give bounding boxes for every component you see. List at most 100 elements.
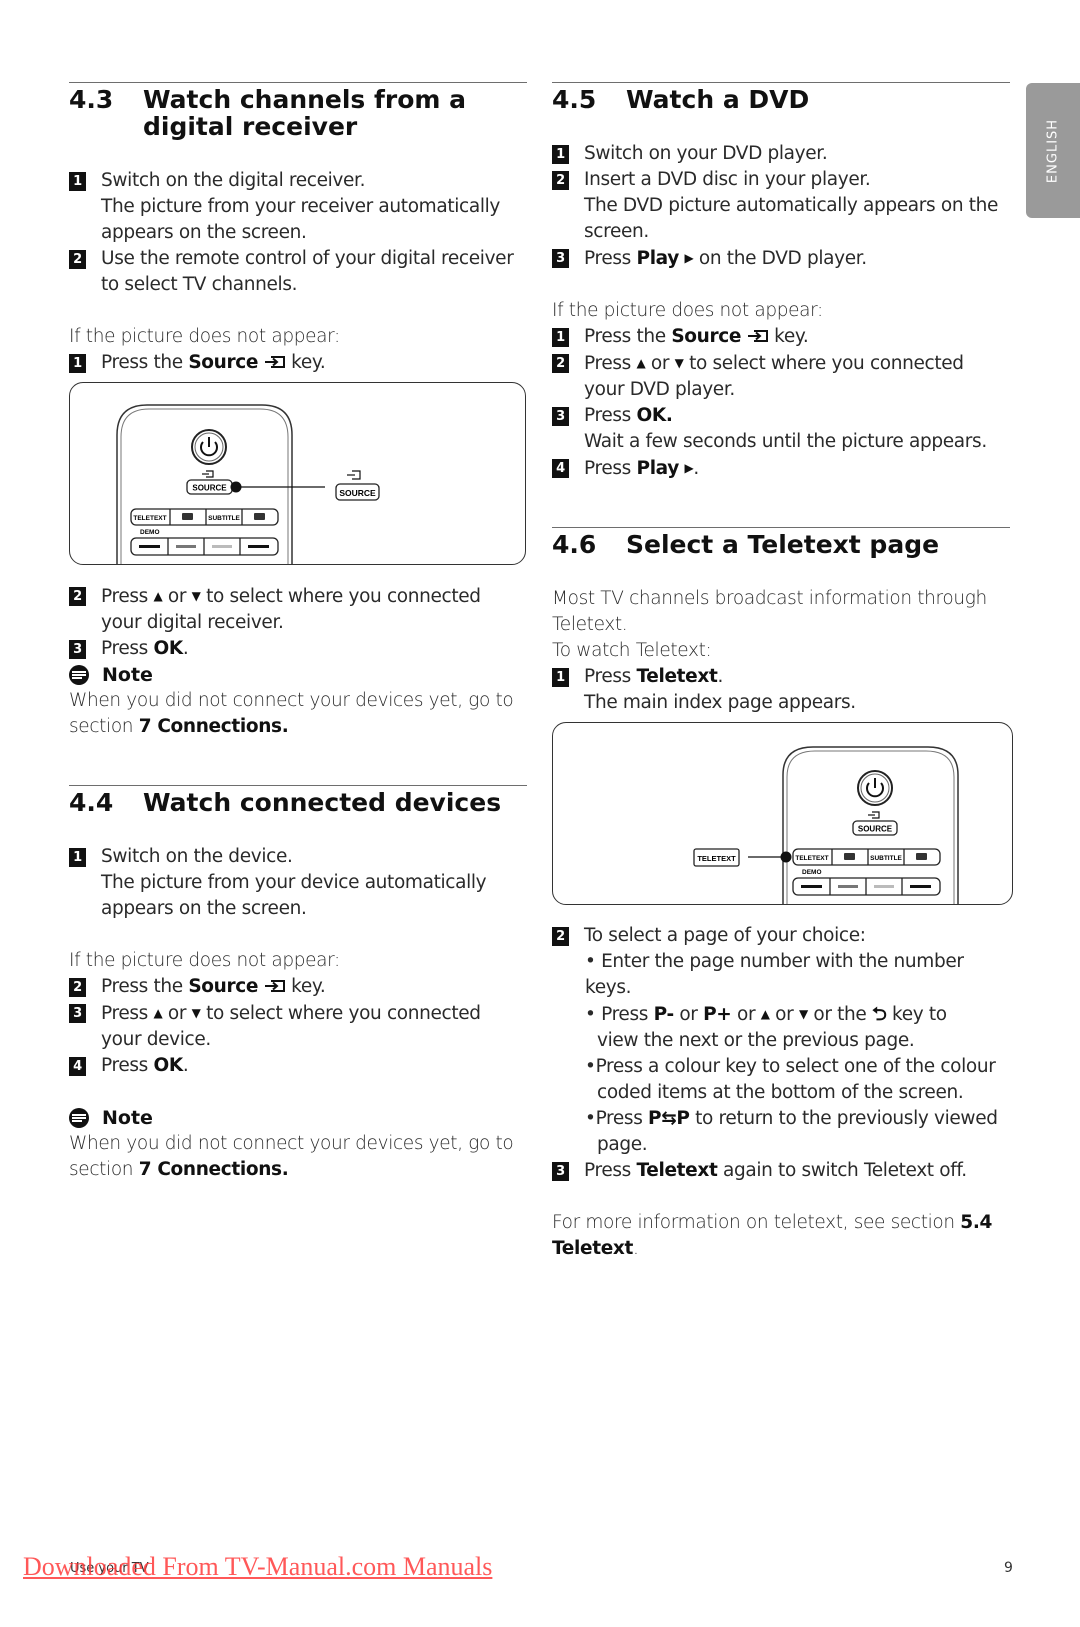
bullet-item: •Press a colour key to select one of the…	[585, 1056, 996, 1103]
step-detail: The picture from your receiver automatic…	[101, 196, 501, 217]
section-title-line2: digital receiver	[143, 112, 358, 141]
teletext-section-link[interactable]: Teletext	[552, 1238, 633, 1259]
teletext-key-label: Teletext	[636, 1160, 718, 1181]
section-4-5: 4.5 Watch a DVD 1 Switch on your DVD pla…	[552, 82, 1010, 482]
step-item: 4 Press OK.	[69, 1053, 527, 1079]
step-number-badge: 1	[552, 145, 569, 164]
section-title: Watch connected devices	[143, 788, 502, 817]
step-item: 2 Press the Source key.	[69, 974, 527, 1000]
source-key-label: Source	[671, 326, 742, 347]
step-item: 2 Press ▲ or ▼ to select where you conne…	[69, 583, 527, 636]
bullet-icon: •	[585, 1056, 596, 1077]
step-number-badge: 2	[69, 587, 86, 606]
connections-link[interactable]: 7 Connections.	[139, 1159, 289, 1180]
step-number-badge: 2	[552, 354, 569, 373]
step-item: 1 Press Teletext. The main index page ap…	[552, 664, 1010, 716]
step-item: 3 Press Play ▶ on the DVD player.	[552, 245, 1010, 272]
section-number: 4.6	[552, 530, 597, 559]
step-item: 1 Switch on the digital receiver. The pi…	[69, 168, 527, 246]
remote-source-figure: SOURCE SOURCE TELETEXT SUBTITLE DEMO	[69, 382, 526, 565]
bullet-item: • Enter the page number with the number …	[585, 951, 964, 998]
step-number-badge: 1	[69, 172, 86, 191]
remote-teletext-figure: SOURCE TELETEXT TELETEXT SUBTITLE DEMO	[552, 722, 1013, 905]
left-column: 4.3 Watch channels from a digital receiv…	[69, 82, 527, 1183]
step-detail: appears on the screen.	[101, 222, 307, 243]
remote-teletext-button: TELETEXT	[795, 855, 828, 862]
step-text: Use the remote control of your digital r…	[101, 248, 514, 269]
note-text: When you did not connect your devices ye…	[69, 1133, 514, 1180]
step-number-badge: 4	[69, 1057, 86, 1076]
step-number-badge: 3	[552, 407, 569, 426]
step-item: 4 Press Play ▶.	[552, 455, 1010, 482]
if-not-text: If the picture does not appear:	[69, 326, 340, 347]
remote-demo-label: DEMO	[802, 869, 822, 876]
section-4-3: 4.3 Watch channels from a digital receiv…	[69, 82, 527, 740]
down-arrow-icon: ▼	[191, 1006, 201, 1020]
remote-illustration: SOURCE SOURCE TELETEXT SUBTITLE DEMO	[116, 404, 380, 564]
source-callout-icon	[347, 470, 361, 480]
note-text: When you did not connect your devices ye…	[69, 690, 514, 737]
step-item: 1 Switch on your DVD player.	[552, 141, 1010, 167]
step-number-badge: 3	[552, 1162, 569, 1181]
source-icon	[264, 356, 285, 368]
step-number-badge: 3	[69, 640, 86, 659]
note-icon	[69, 665, 89, 685]
ok-key-label: OK.	[636, 405, 673, 426]
step-item: 2 To select a page of your choice:	[552, 923, 1010, 949]
source-icon	[264, 980, 285, 992]
step-number-badge: 2	[69, 978, 86, 997]
step-number-badge: 1	[69, 354, 86, 373]
step-item: 2 Press ▲ or ▼ to select where you conne…	[552, 350, 1010, 403]
language-tab: ENGLISH	[1026, 83, 1080, 218]
step-number-badge: 2	[552, 171, 569, 190]
note-heading: Note	[69, 662, 527, 688]
connections-link[interactable]: 7 Connections.	[139, 716, 289, 737]
step-text: Switch on the digital receiver.	[101, 170, 366, 191]
p-minus-key: P-	[653, 1004, 675, 1025]
step-number-badge: 1	[552, 668, 569, 687]
down-arrow-icon: ▼	[798, 1007, 808, 1021]
teletext-callout-label: TELETEXT	[697, 854, 736, 863]
remote-illustration: SOURCE TELETEXT TELETEXT SUBTITLE DEMO	[693, 746, 959, 904]
section-title: Select a Teletext page	[626, 530, 940, 559]
remote-source-button-label: SOURCE	[192, 484, 227, 493]
step-number-badge: 2	[552, 927, 569, 946]
bullet-item: • Press P- or P+ or ▲ or ▼ or the ⮌ key …	[585, 1004, 947, 1051]
bullet-icon: •	[585, 1108, 596, 1129]
down-arrow-icon: ▼	[191, 589, 201, 603]
watermark-link[interactable]: Downloaded From TV-Manual.com Manuals	[23, 1552, 492, 1582]
section-heading: 4.6 Select a Teletext page	[552, 528, 1010, 558]
down-arrow-icon: ▼	[674, 356, 684, 370]
step-number-badge: 4	[552, 459, 569, 478]
language-tab-label: ENGLISH	[1045, 118, 1061, 183]
remote-teletext-button: TELETEXT	[133, 515, 166, 522]
source-small-icon	[868, 811, 880, 819]
teletext-key-label: Teletext	[636, 666, 718, 687]
section-number: 4.4	[69, 788, 114, 817]
remote-subtitle-button: SUBTITLE	[870, 855, 902, 862]
step-item: 3 Press OK.	[69, 636, 527, 662]
section-4-6: 4.6 Select a Teletext page Most TV chann…	[552, 527, 1013, 1262]
section-title: Watch a DVD	[626, 85, 810, 114]
source-icon	[747, 330, 768, 342]
section-title-line1: Watch channels from a	[143, 85, 467, 114]
ok-key-label: OK	[153, 638, 183, 659]
step-number-badge: 2	[69, 250, 86, 269]
teletext-section-link[interactable]: 5.4	[960, 1212, 992, 1233]
bullet-item: •Press P⇆P to return to the previously v…	[585, 1108, 998, 1155]
step-item: 1 Press the Source key.	[552, 324, 1010, 350]
step-item: 1 Switch on the device. The picture from…	[69, 844, 527, 922]
intro-text: Most TV channels broadcast information t…	[552, 588, 987, 661]
step-item: 2 Insert a DVD disc in your player. The …	[552, 167, 1010, 245]
step-item: 1 Press the Source key.	[69, 350, 527, 376]
source-callout-label: SOURCE	[339, 488, 376, 498]
ok-key-label: OK	[153, 1055, 183, 1076]
remote-demo-label: DEMO	[140, 529, 160, 536]
section-number: 4.5	[552, 85, 597, 114]
source-key-label: Source	[188, 976, 259, 997]
up-arrow-icon: ▲	[760, 1007, 770, 1021]
p-plus-key: P+	[703, 1004, 732, 1025]
right-column: 4.5 Watch a DVD 1 Switch on your DVD pla…	[552, 82, 1013, 1262]
step-item: 3 Press ▲ or ▼ to select where you conne…	[69, 1000, 527, 1053]
step-text: to select TV channels.	[101, 274, 298, 295]
